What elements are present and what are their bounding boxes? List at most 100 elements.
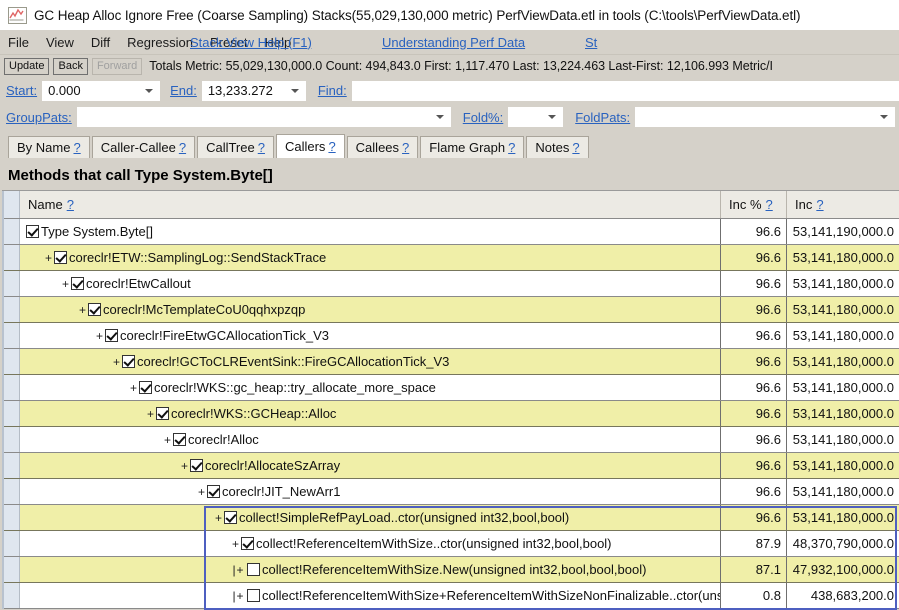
row-checkbox[interactable] <box>190 459 203 472</box>
table-row[interactable]: + coreclr!GCToCLREventSink::FireGCAllocat… <box>2 349 899 375</box>
cell-inc[interactable]: 53,141,180,000.0 <box>787 245 899 270</box>
row-checkbox[interactable] <box>26 225 39 238</box>
cell-inc[interactable]: 53,141,180,000.0 <box>787 427 899 452</box>
table-row[interactable]: + coreclr!ETW::SamplingLog::SendStackTrac… <box>2 245 899 271</box>
cell-inc-pct[interactable]: 96.6 <box>721 375 787 400</box>
start-label[interactable]: Start: <box>6 83 37 98</box>
column-header-name[interactable]: Name ? <box>20 191 721 218</box>
link-start-truncated[interactable]: St <box>585 35 597 50</box>
row-checkbox[interactable] <box>71 277 84 290</box>
table-row[interactable]: + collect!ReferenceItemWithSize..ctor(uns… <box>2 531 899 557</box>
cell-inc-pct[interactable]: 96.6 <box>721 297 787 322</box>
cell-name[interactable]: + coreclr!WKS::gc_heap::try_allocate_more… <box>20 375 721 400</box>
expand-toggle[interactable]: |+ <box>230 564 247 576</box>
row-checkbox[interactable] <box>105 329 118 342</box>
row-header-cell[interactable] <box>2 453 20 478</box>
help-icon[interactable]: ? <box>67 197 74 212</box>
row-header-cell[interactable] <box>2 505 20 530</box>
foldpats-input[interactable] <box>635 107 895 127</box>
expand-toggle[interactable]: |+ <box>230 590 247 602</box>
help-icon[interactable]: ? <box>73 140 80 155</box>
row-header-cell[interactable] <box>2 427 20 452</box>
chevron-down-icon[interactable] <box>435 115 444 119</box>
cell-inc-pct[interactable]: 96.6 <box>721 219 787 244</box>
row-header-cell[interactable] <box>2 297 20 322</box>
cell-inc[interactable]: 53,141,180,000.0 <box>787 323 899 348</box>
cell-inc[interactable]: 53,141,180,000.0 <box>787 479 899 504</box>
cell-inc-pct[interactable]: 87.9 <box>721 531 787 556</box>
menu-view[interactable]: View <box>46 35 74 50</box>
link-understanding-perf-data[interactable]: Understanding Perf Data <box>382 35 525 50</box>
cell-name[interactable]: + collect!ReferenceItemWithSize..ctor(uns… <box>20 531 721 556</box>
row-checkbox[interactable] <box>224 511 237 524</box>
cell-inc[interactable]: 53,141,180,000.0 <box>787 349 899 374</box>
end-label[interactable]: End: <box>170 83 197 98</box>
start-input[interactable]: 0.000 <box>42 80 161 101</box>
table-row[interactable]: + coreclr!FireEtwGCAllocationTick_V3 96.6 5… <box>2 323 899 349</box>
cell-inc-pct[interactable]: 96.6 <box>721 453 787 478</box>
menu-diff[interactable]: Diff <box>91 35 110 50</box>
row-header-cell[interactable] <box>2 271 20 296</box>
cell-inc[interactable]: 47,932,100,000.0 <box>787 557 899 582</box>
cell-name[interactable]: Type System.Byte[] <box>20 219 721 244</box>
help-icon[interactable]: ? <box>179 140 186 155</box>
cell-inc[interactable]: 438,683,200.0 <box>787 583 899 608</box>
find-label[interactable]: Find: <box>318 83 347 98</box>
cell-inc-pct[interactable]: 96.6 <box>721 323 787 348</box>
tab-flame-graph[interactable]: Flame Graph? <box>420 136 525 158</box>
cell-inc-pct[interactable]: 87.1 <box>721 557 787 582</box>
column-header-inc-pct[interactable]: Inc % ? <box>721 191 787 218</box>
tab-callees[interactable]: Callees? <box>346 136 419 158</box>
chevron-down-icon[interactable] <box>145 88 154 93</box>
row-header-cell[interactable] <box>2 401 20 426</box>
row-header-cell[interactable] <box>2 219 20 244</box>
table-row[interactable]: + coreclr!McTemplateCoU0qqhxpzqp 96.6 53,14… <box>2 297 899 323</box>
row-checkbox[interactable] <box>247 563 260 576</box>
expand-toggle[interactable]: + <box>43 252 54 264</box>
help-icon[interactable]: ? <box>572 140 579 155</box>
expand-toggle[interactable]: + <box>145 408 156 420</box>
row-header-cell[interactable] <box>2 479 20 504</box>
help-icon[interactable]: ? <box>402 140 409 155</box>
help-icon[interactable]: ? <box>508 140 515 155</box>
tab-callers[interactable]: Callers? <box>275 134 345 158</box>
link-stack-view-help[interactable]: Stack View Help (F1) <box>190 35 312 50</box>
expand-toggle[interactable]: + <box>77 304 88 316</box>
table-row[interactable]: |+ collect!ReferenceItemWithSize+Referenc… <box>2 583 899 609</box>
cell-inc[interactable]: 53,141,180,000.0 <box>787 297 899 322</box>
back-button[interactable]: Back <box>53 57 88 75</box>
cell-inc[interactable]: 53,141,180,000.0 <box>787 453 899 478</box>
row-header-cell[interactable] <box>2 323 20 348</box>
row-checkbox[interactable] <box>88 303 101 316</box>
menu-file[interactable]: File <box>8 35 29 50</box>
row-checkbox[interactable] <box>122 355 135 368</box>
row-checkbox[interactable] <box>54 251 67 264</box>
expand-toggle[interactable]: + <box>230 538 241 550</box>
table-row[interactable]: |+ collect!ReferenceItemWithSize.New(unsi… <box>2 557 899 583</box>
grouppats-label[interactable]: GroupPats: <box>6 110 72 125</box>
tab-by-name[interactable]: By Name? <box>8 136 90 158</box>
expand-toggle[interactable]: + <box>179 460 190 472</box>
tab-caller-callee[interactable]: Caller-Callee? <box>91 136 196 158</box>
tab-notes[interactable]: Notes? <box>526 136 589 158</box>
row-header-cell[interactable] <box>2 531 20 556</box>
row-checkbox[interactable] <box>241 537 254 550</box>
table-row[interactable]: Type System.Byte[] 96.6 53,141,190,000.0 <box>2 219 899 245</box>
table-row[interactable]: + coreclr!Alloc 96.6 53,141,180,000.0 <box>2 427 899 453</box>
chevron-down-icon[interactable] <box>548 115 557 119</box>
expand-toggle[interactable]: + <box>128 382 139 394</box>
end-input[interactable]: 13,233.272 <box>201 80 306 101</box>
row-header-cell[interactable] <box>2 557 20 582</box>
chevron-down-icon[interactable] <box>290 88 299 93</box>
row-checkbox[interactable] <box>156 407 169 420</box>
expand-toggle[interactable]: + <box>162 434 173 446</box>
cell-name[interactable]: |+ collect!ReferenceItemWithSize+Referenc… <box>20 583 721 608</box>
cell-name[interactable]: + coreclr!ETW::SamplingLog::SendStackTrac… <box>20 245 721 270</box>
help-icon[interactable]: ? <box>258 140 265 155</box>
expand-toggle[interactable]: + <box>111 356 122 368</box>
table-row[interactable]: + coreclr!WKS::gc_heap::try_allocate_more… <box>2 375 899 401</box>
cell-inc-pct[interactable]: 96.6 <box>721 479 787 504</box>
foldpct-label[interactable]: Fold%: <box>463 110 503 125</box>
cell-inc[interactable]: 48,370,790,000.0 <box>787 531 899 556</box>
table-row[interactable]: + coreclr!EtwCallout 96.6 53,141,180,000.0 <box>2 271 899 297</box>
